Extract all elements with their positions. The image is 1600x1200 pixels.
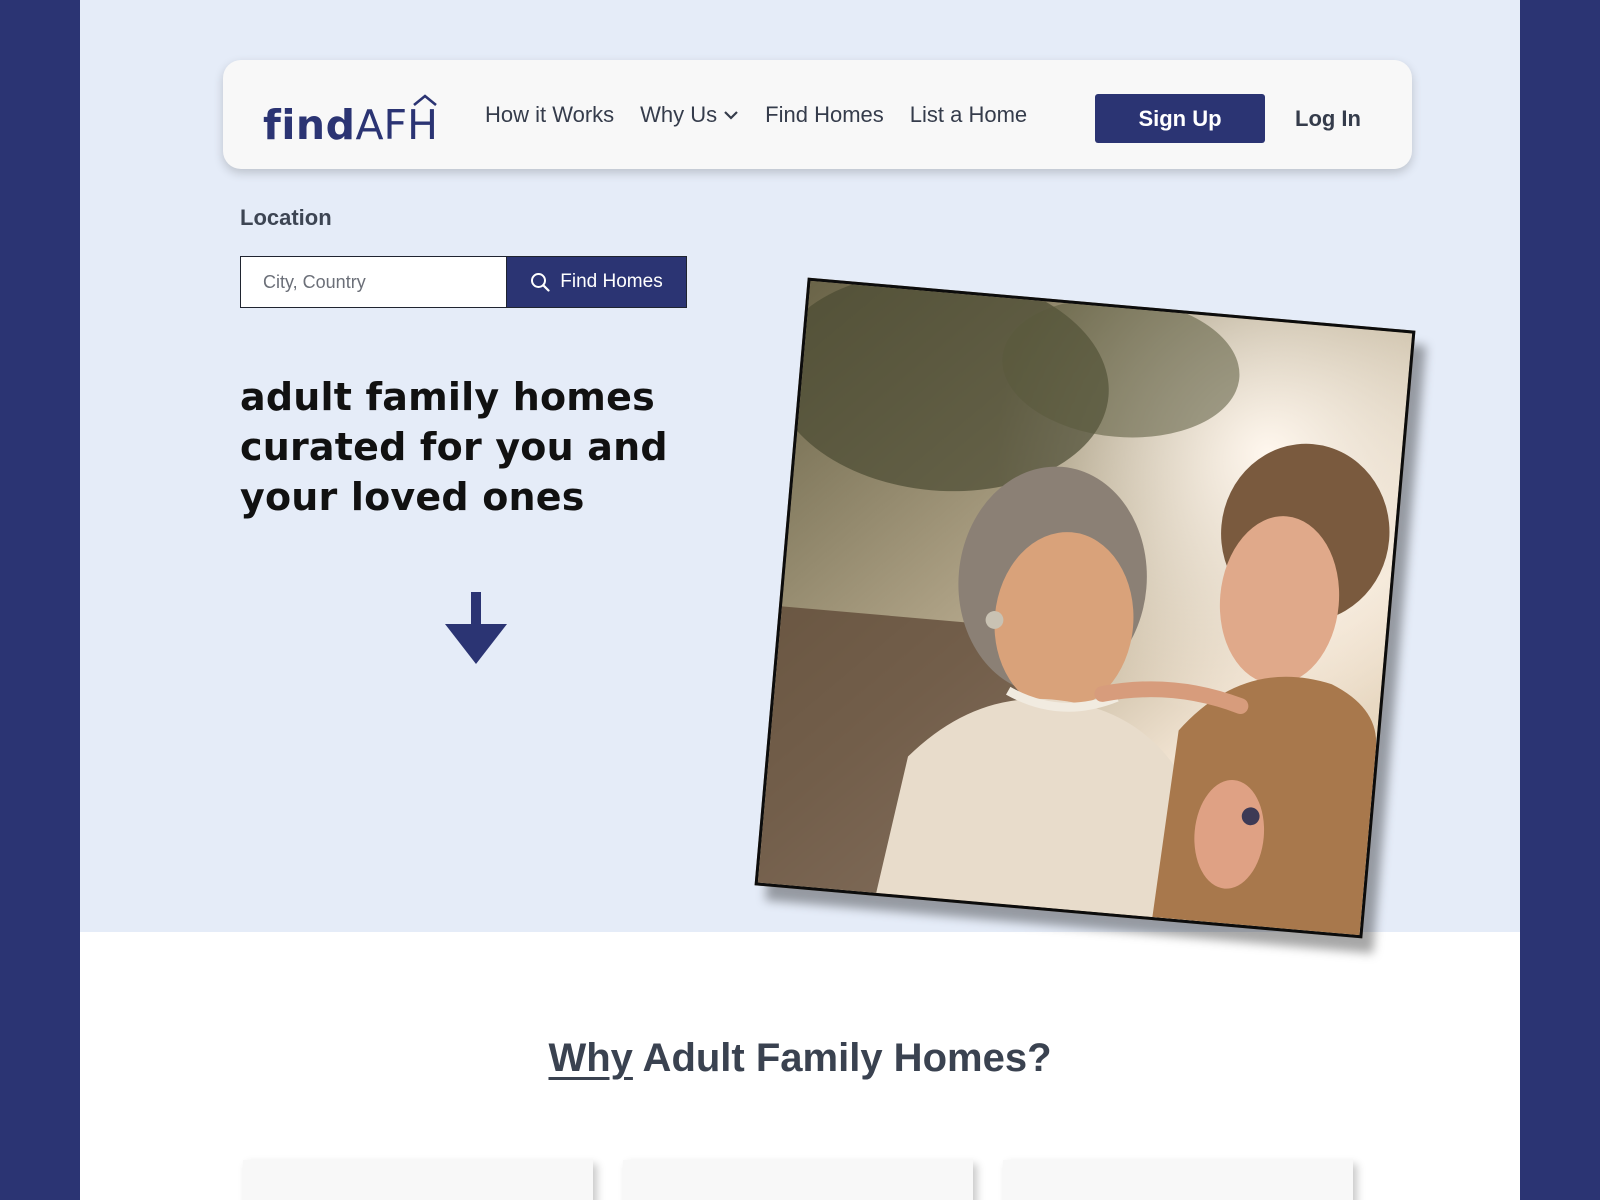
nav-links: How it Works Why Us Find Homes List a Ho… xyxy=(485,60,1053,169)
navbar: find AFH How it Works Why Us Find Homes … xyxy=(223,60,1412,169)
find-homes-search-label: Find Homes xyxy=(560,271,663,292)
hero-section: find AFH How it Works Why Us Find Homes … xyxy=(80,0,1520,939)
why-section-title: Why Adult Family Homes? xyxy=(80,1036,1520,1081)
search-icon xyxy=(531,273,550,292)
why-card xyxy=(623,1160,973,1200)
house-roof-icon xyxy=(413,94,437,106)
logo-afh-text: AFH xyxy=(355,94,438,146)
why-title-rest: Adult Family Homes? xyxy=(632,1036,1052,1080)
hero-photo xyxy=(754,277,1416,939)
hero-photo-illustration xyxy=(757,280,1413,936)
nav-link-find-homes[interactable]: Find Homes xyxy=(765,102,884,128)
nav-link-why-us[interactable]: Why Us xyxy=(640,102,739,128)
hero-headline: adult family homes curated for you and y… xyxy=(240,375,668,519)
nav-link-how-it-works[interactable]: How it Works xyxy=(485,102,614,128)
page: find AFH How it Works Why Us Find Homes … xyxy=(80,0,1520,1200)
location-label: Location xyxy=(240,205,332,230)
search-bar: Find Homes xyxy=(240,256,687,308)
why-card xyxy=(243,1160,593,1200)
nav-link-label: Find Homes xyxy=(765,101,884,127)
sign-up-button[interactable]: Sign Up xyxy=(1095,94,1265,143)
why-title-emphasis: Why xyxy=(548,1036,633,1080)
log-in-button[interactable]: Log In xyxy=(1273,94,1383,143)
logo-find-text: find xyxy=(263,101,356,149)
logo[interactable]: find AFH xyxy=(263,94,438,149)
nav-link-list-a-home[interactable]: List a Home xyxy=(910,102,1027,128)
nav-link-label: List a Home xyxy=(909,101,1028,127)
logo-afh-label: AFH xyxy=(355,101,438,149)
chevron-down-icon xyxy=(724,110,738,120)
nav-link-label: Why Us xyxy=(640,101,718,127)
find-homes-search-button[interactable]: Find Homes xyxy=(506,256,687,308)
arrow-down-icon[interactable] xyxy=(445,592,507,666)
location-input[interactable] xyxy=(240,256,506,308)
why-card xyxy=(1003,1160,1353,1200)
nav-link-label: How it Works xyxy=(485,101,615,127)
